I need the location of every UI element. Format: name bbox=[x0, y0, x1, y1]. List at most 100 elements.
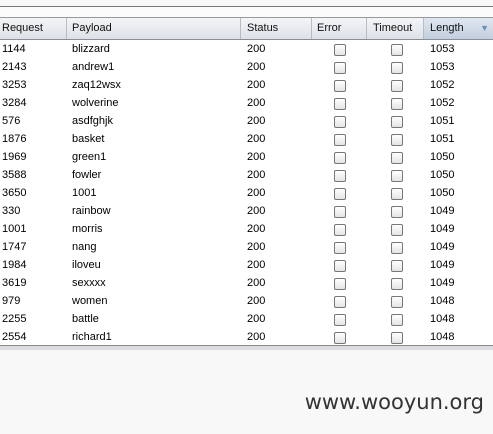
request-cell: 2143 bbox=[2, 61, 27, 73]
table-row[interactable]: 576 asdfghjk 200 1051 bbox=[0, 112, 493, 130]
table-row[interactable]: 1876 basket 200 1051 bbox=[0, 130, 493, 148]
timeout-checkbox[interactable] bbox=[391, 62, 403, 74]
payload-cell: iloveu bbox=[72, 259, 101, 271]
error-checkbox[interactable] bbox=[334, 332, 346, 344]
splitter-handle[interactable] bbox=[0, 346, 493, 350]
timeout-checkbox[interactable] bbox=[391, 80, 403, 92]
request-cell: 1144 bbox=[2, 43, 26, 55]
status-cell: 200 bbox=[247, 97, 266, 109]
toolbar-strip bbox=[0, 7, 493, 18]
timeout-checkbox[interactable] bbox=[391, 242, 403, 254]
error-checkbox[interactable] bbox=[334, 62, 346, 74]
payload-cell: women bbox=[72, 295, 108, 307]
error-checkbox[interactable] bbox=[334, 44, 346, 56]
payload-cell: richard1 bbox=[72, 331, 112, 343]
error-checkbox[interactable] bbox=[334, 152, 346, 164]
timeout-checkbox[interactable] bbox=[391, 314, 403, 326]
error-checkbox[interactable] bbox=[334, 80, 346, 92]
table-row[interactable]: 3619 sexxxx 200 1049 bbox=[0, 274, 493, 292]
payload-cell: rainbow bbox=[72, 205, 111, 217]
request-cell: 3588 bbox=[2, 169, 27, 181]
timeout-checkbox[interactable] bbox=[391, 296, 403, 308]
table-row[interactable]: 3650 1001 200 1050 bbox=[0, 184, 493, 202]
error-checkbox[interactable] bbox=[334, 98, 346, 110]
error-checkbox[interactable] bbox=[334, 296, 346, 308]
length-cell: 1050 bbox=[430, 151, 455, 163]
payload-cell: wolverine bbox=[72, 97, 119, 109]
length-cell: 1048 bbox=[430, 295, 455, 307]
timeout-checkbox[interactable] bbox=[391, 170, 403, 182]
payload-cell: 1001 bbox=[72, 187, 97, 199]
error-checkbox[interactable] bbox=[334, 278, 346, 290]
timeout-checkbox[interactable] bbox=[391, 206, 403, 218]
table-row[interactable]: 3253 zaq12wsx 200 1052 bbox=[0, 76, 493, 94]
timeout-checkbox[interactable] bbox=[391, 260, 403, 272]
table-row[interactable]: 1969 green1 200 1050 bbox=[0, 148, 493, 166]
length-cell: 1051 bbox=[430, 115, 455, 127]
timeout-checkbox[interactable] bbox=[391, 44, 403, 56]
status-cell: 200 bbox=[247, 187, 266, 199]
table-row[interactable]: 3284 wolverine 200 1052 bbox=[0, 94, 493, 112]
column-header-timeout[interactable]: Timeout bbox=[367, 18, 424, 39]
length-cell: 1048 bbox=[430, 331, 455, 343]
table-row[interactable]: 2143 andrew1 200 1053 bbox=[0, 58, 493, 76]
table-row[interactable]: 979 women 200 1048 bbox=[0, 292, 493, 310]
status-cell: 200 bbox=[247, 277, 266, 289]
error-checkbox[interactable] bbox=[334, 116, 346, 128]
timeout-checkbox[interactable] bbox=[391, 152, 403, 164]
error-checkbox[interactable] bbox=[334, 188, 346, 200]
request-cell: 979 bbox=[2, 295, 21, 307]
table-header: Request Payload Status Error Timeout Len… bbox=[0, 18, 493, 40]
table-row[interactable]: 2255 battle 200 1048 bbox=[0, 310, 493, 328]
table-row[interactable]: 1747 nang 200 1049 bbox=[0, 238, 493, 256]
column-header-status[interactable]: Status bbox=[241, 18, 312, 39]
request-cell: 1001 bbox=[2, 223, 27, 235]
timeout-checkbox[interactable] bbox=[391, 116, 403, 128]
timeout-checkbox[interactable] bbox=[391, 188, 403, 200]
table-row[interactable]: 1001 morris 200 1049 bbox=[0, 220, 493, 238]
length-cell: 1049 bbox=[430, 277, 455, 289]
status-cell: 200 bbox=[247, 43, 266, 55]
request-cell: 1747 bbox=[2, 241, 27, 253]
status-cell: 200 bbox=[247, 61, 266, 73]
error-checkbox[interactable] bbox=[334, 170, 346, 182]
table-row[interactable]: 1144 blizzard 200 1053 bbox=[0, 40, 493, 58]
request-cell: 3284 bbox=[2, 97, 27, 109]
request-cell: 2554 bbox=[2, 331, 27, 343]
request-cell: 3619 bbox=[2, 277, 27, 289]
length-cell: 1049 bbox=[430, 259, 455, 271]
column-header-payload[interactable]: Payload bbox=[67, 18, 241, 39]
error-checkbox[interactable] bbox=[334, 314, 346, 326]
timeout-checkbox[interactable] bbox=[391, 278, 403, 290]
length-cell: 1053 bbox=[430, 61, 455, 73]
payload-cell: asdfghjk bbox=[72, 115, 113, 127]
error-checkbox[interactable] bbox=[334, 242, 346, 254]
timeout-checkbox[interactable] bbox=[391, 224, 403, 236]
error-checkbox[interactable] bbox=[334, 206, 346, 218]
error-checkbox[interactable] bbox=[334, 134, 346, 146]
column-header-error[interactable]: Error bbox=[312, 18, 367, 39]
column-header-length[interactable]: Length ▼ bbox=[424, 18, 493, 39]
payload-cell: green1 bbox=[72, 151, 107, 163]
timeout-checkbox[interactable] bbox=[391, 332, 403, 344]
status-cell: 200 bbox=[247, 313, 266, 325]
sort-down-arrow-icon: ▼ bbox=[480, 23, 489, 33]
payload-cell: sexxxx bbox=[72, 277, 106, 289]
status-cell: 200 bbox=[247, 151, 266, 163]
status-cell: 200 bbox=[247, 295, 266, 307]
timeout-checkbox[interactable] bbox=[391, 134, 403, 146]
table-row[interactable]: 3588 fowler 200 1050 bbox=[0, 166, 493, 184]
payload-cell: zaq12wsx bbox=[72, 79, 121, 91]
column-header-request[interactable]: Request bbox=[0, 18, 67, 39]
length-cell: 1049 bbox=[430, 223, 455, 235]
length-cell: 1051 bbox=[430, 133, 455, 145]
status-cell: 200 bbox=[247, 205, 266, 217]
table-row[interactable]: 2554 richard1 200 1048 bbox=[0, 328, 493, 346]
payload-cell: blizzard bbox=[72, 43, 110, 55]
timeout-checkbox[interactable] bbox=[391, 98, 403, 110]
table-row[interactable]: 330 rainbow 200 1049 bbox=[0, 202, 493, 220]
error-checkbox[interactable] bbox=[334, 224, 346, 236]
request-cell: 3650 bbox=[2, 187, 27, 199]
table-row[interactable]: 1984 iloveu 200 1049 bbox=[0, 256, 493, 274]
error-checkbox[interactable] bbox=[334, 260, 346, 272]
